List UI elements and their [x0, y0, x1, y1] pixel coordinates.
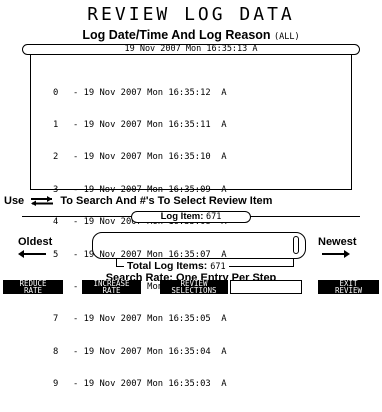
log-entry[interactable]: 9- 19 Nov 2007 Mon 16:35:03 A — [53, 379, 227, 390]
log-entry[interactable]: 2- 19 Nov 2007 Mon 16:35:10 A — [53, 152, 227, 163]
left-arrow-icon — [18, 250, 46, 258]
log-entry[interactable]: 1- 19 Nov 2007 Mon 16:35:11 A — [53, 120, 227, 131]
newest-label: Newest — [318, 236, 357, 248]
log-reason-filter: (ALL) — [274, 32, 300, 42]
scrollbar-thumb[interactable] — [293, 236, 299, 254]
log-position-scrollbar[interactable] — [92, 232, 306, 259]
total-log-items-label: Total Log Items: — [127, 260, 208, 272]
total-log-items: Total Log Items: 671 — [124, 260, 229, 272]
log-item-indicator: Log Item: 671 — [131, 211, 251, 223]
exit-review-button[interactable]: EXIT REVIEW — [318, 280, 379, 294]
instruction-suffix: To Search And #'s To Select Review Item — [60, 195, 273, 207]
page-title: REVIEW LOG DATA — [87, 4, 295, 25]
log-entry[interactable]: 3- 19 Nov 2007 Mon 16:35:09 A — [53, 185, 227, 196]
log-item-label: Log Item: — [160, 211, 204, 222]
total-log-items-value: 671 — [210, 262, 226, 272]
list-header-label: Log Date/Time And Log Reason — [82, 28, 271, 42]
reduce-rate-button[interactable]: REDUCE RATE — [3, 280, 63, 294]
log-item-value: 671 — [206, 212, 222, 222]
log-entry[interactable]: 0- 19 Nov 2007 Mon 16:35:12 A — [53, 88, 227, 99]
oldest-label: Oldest — [18, 236, 53, 248]
increase-rate-button[interactable]: INCREASE RATE — [82, 280, 141, 294]
blank-softkey[interactable] — [230, 280, 302, 294]
log-entry[interactable]: 8- 19 Nov 2007 Mon 16:35:04 A — [53, 347, 227, 358]
left-right-arrows-icon — [31, 196, 54, 207]
instruction-text: Use To Search And #'s To Select Review I… — [4, 195, 378, 207]
right-arrow-icon — [322, 250, 350, 258]
selected-log-entry[interactable]: 19 Nov 2007 Mon 16:35:13 A — [22, 44, 360, 55]
log-entry[interactable]: 7- 19 Nov 2007 Mon 16:35:05 A — [53, 314, 227, 325]
log-list[interactable]: 0- 19 Nov 2007 Mon 16:35:12 A 1- 19 Nov … — [30, 54, 352, 389]
review-selections-button[interactable]: REVIEW SELECTIONS — [160, 280, 228, 294]
list-header: Log Date/Time And Log Reason (ALL) — [0, 28, 382, 42]
instruction-prefix: Use — [4, 195, 25, 207]
